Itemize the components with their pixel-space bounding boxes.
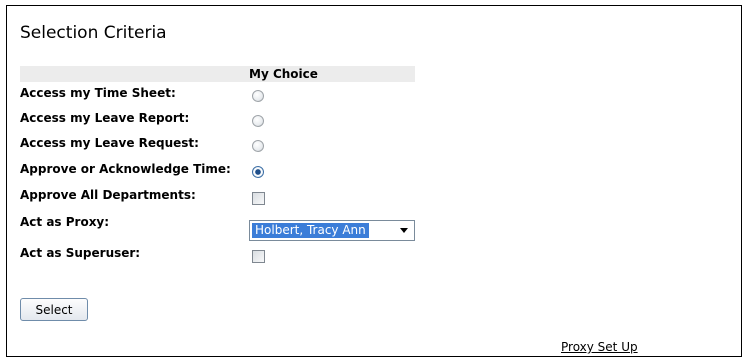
checkbox-act-as-superuser[interactable] <box>252 250 265 263</box>
row-label-approve-acknowledge-time: Approve or Acknowledge Time: <box>20 162 231 176</box>
radio-access-time-sheet[interactable] <box>252 90 264 102</box>
row-label-act-as-superuser: Act as Superuser: <box>20 246 141 260</box>
panel-title: Selection Criteria <box>20 23 167 43</box>
select-button[interactable]: Select <box>20 298 88 321</box>
row-label-access-time-sheet: Access my Time Sheet: <box>20 86 176 100</box>
proxy-select-value: Holbert, Tracy Ann <box>252 223 369 238</box>
table-header-band <box>20 66 415 82</box>
row-label-access-leave-report: Access my Leave Report: <box>20 111 190 125</box>
checkbox-approve-all-departments[interactable] <box>252 192 265 205</box>
radio-access-leave-request[interactable] <box>252 140 264 152</box>
proxy-setup-link[interactable]: Proxy Set Up <box>561 340 638 354</box>
my-choice-column-header: My Choice <box>249 67 318 81</box>
selection-criteria-panel: Selection Criteria My Choice Access my T… <box>6 5 742 357</box>
radio-approve-acknowledge-time[interactable] <box>252 166 264 178</box>
radio-access-leave-report[interactable] <box>252 115 264 127</box>
chevron-down-icon[interactable] <box>396 223 412 238</box>
row-label-approve-all-departments: Approve All Departments: <box>20 188 196 202</box>
row-label-act-as-proxy: Act as Proxy: <box>20 215 110 229</box>
row-label-access-leave-request: Access my Leave Request: <box>20 136 199 150</box>
proxy-select[interactable]: Holbert, Tracy Ann <box>249 220 415 241</box>
